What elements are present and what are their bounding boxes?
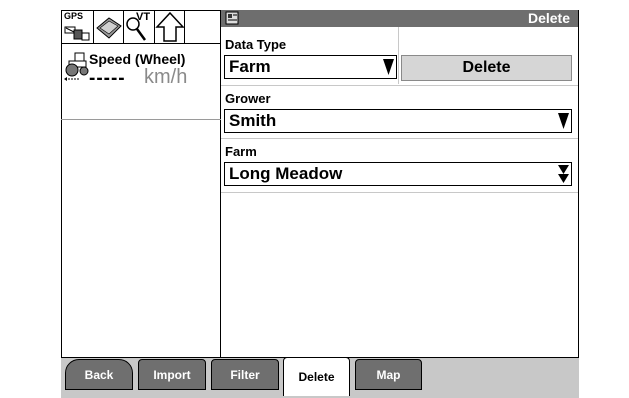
delete-button[interactable]: Delete	[401, 55, 572, 81]
divider	[221, 192, 578, 193]
grower-dropdown[interactable]: Smith	[224, 109, 572, 133]
speed-readout: Speed (Wheel) ----- km/h	[61, 45, 221, 120]
speed-unit: km/h	[144, 66, 188, 88]
implement-status-cell[interactable]	[94, 10, 124, 44]
farm-label: Farm	[225, 144, 257, 159]
data-type-value: Farm	[229, 57, 271, 76]
divider	[398, 27, 399, 84]
vt-status-cell[interactable]: VT	[124, 10, 155, 44]
up-arrow-icon	[155, 11, 185, 42]
chevron-down-icon	[557, 111, 570, 131]
tab-map[interactable]: Map	[355, 359, 422, 390]
double-chevron-down-icon	[557, 164, 570, 184]
divider	[221, 138, 578, 139]
gps-label: GPS	[64, 11, 84, 21]
page-header: Delete	[221, 10, 578, 27]
up-arrow-cell[interactable]	[155, 10, 185, 44]
grower-value: Smith	[229, 111, 277, 130]
chevron-down-icon	[382, 57, 395, 77]
empty-status-cell	[185, 10, 221, 44]
implement-icon	[96, 17, 122, 39]
farm-dropdown[interactable]: Long Meadow	[224, 162, 572, 186]
data-type-label: Data Type	[225, 37, 287, 52]
magnifier-icon	[126, 17, 147, 41]
farm-value: Long Meadow	[229, 164, 343, 183]
gps-satellite-icon	[64, 26, 90, 41]
divider	[221, 85, 578, 86]
page-title: Delete	[527, 10, 570, 26]
data-type-dropdown[interactable]: Farm	[224, 55, 397, 79]
speed-value: -----	[89, 68, 126, 89]
page-icon	[225, 11, 239, 25]
grower-label: Grower	[225, 91, 271, 106]
speed-label: Speed (Wheel)	[89, 51, 186, 67]
gps-status-cell[interactable]: GPS	[61, 10, 94, 44]
tractor-icon	[64, 52, 89, 81]
tab-filter[interactable]: Filter	[211, 359, 279, 390]
tab-delete[interactable]: Delete	[283, 357, 350, 396]
tab-import[interactable]: Import	[138, 359, 206, 390]
tab-back[interactable]: Back	[65, 359, 133, 390]
